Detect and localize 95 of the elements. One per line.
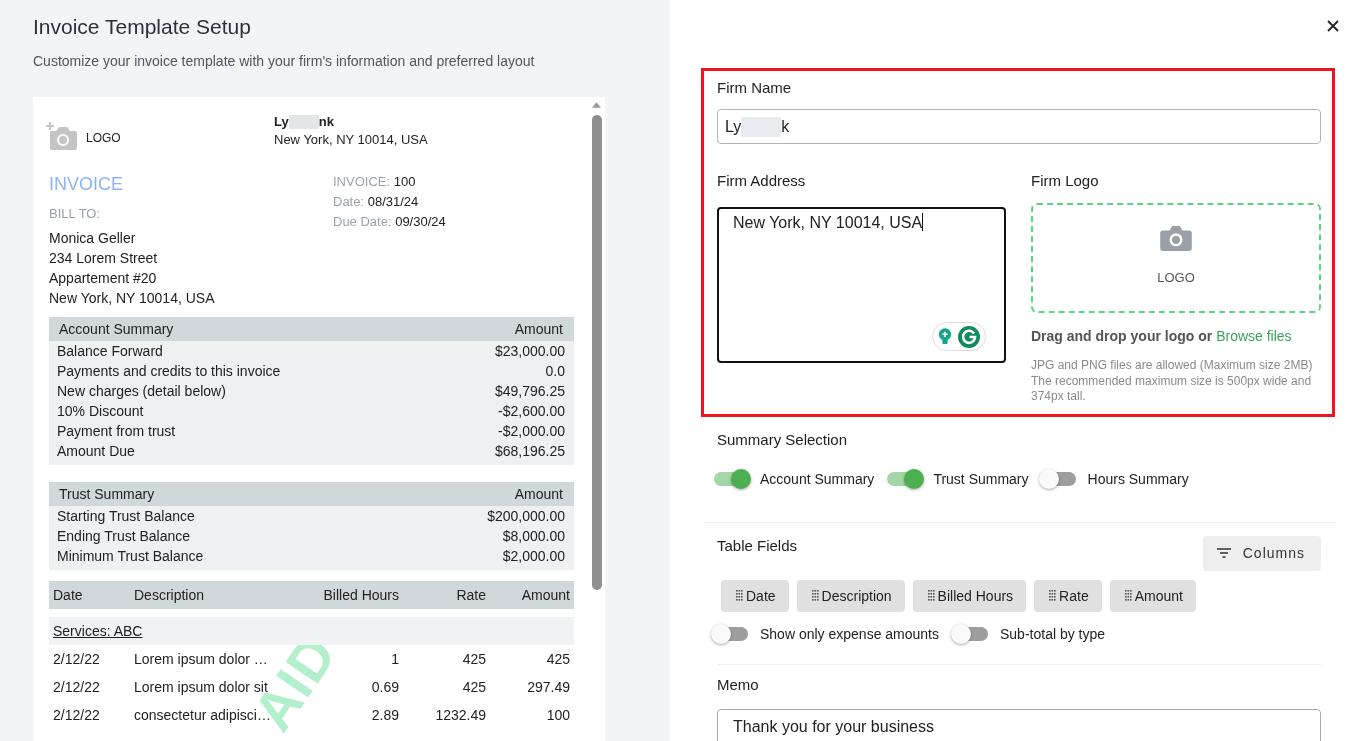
table-cell-text: 2/12/22 — [52, 651, 101, 667]
section-label: Table Fields — [717, 535, 798, 556]
table-cell-text: 425 — [461, 651, 487, 667]
column-header: Description — [133, 587, 206, 603]
group-title: Services: ABC — [53, 623, 143, 639]
firm-name-input[interactable]: Ly k — [717, 109, 1321, 144]
client-address-line: 234 Lorem Street — [49, 249, 158, 268]
table-cell: $23,000.00 — [494, 343, 565, 359]
filter-icon — [1216, 548, 1231, 558]
firm-name-fragment: Ly — [274, 113, 289, 131]
table-cell: -$2,600.00 — [498, 403, 565, 419]
column-header: Rate — [455, 587, 487, 603]
table-cell: -$2,000.00 — [498, 423, 565, 439]
toggle-label: Hours Summary — [1087, 469, 1189, 488]
section-label: Memo — [717, 674, 759, 695]
drag-handle-icon — [927, 590, 935, 601]
column-header: Amount — [520, 587, 571, 603]
logo-drop-zone[interactable]: LOGO — [1031, 203, 1321, 313]
table-cell-text: 1232.49 — [434, 707, 487, 723]
firm-address: New York, NY 10014, USA — [274, 131, 428, 149]
toggle-label: Trust Summary — [933, 469, 1029, 488]
scrollbar-thumb[interactable] — [592, 115, 602, 590]
invoice-title: INVOICE — [49, 173, 123, 196]
field-label: Firm Name — [717, 78, 793, 98]
page-title: Invoice Template Setup — [33, 14, 251, 40]
drag-handle-icon — [811, 590, 819, 601]
table-cell: Minimum Trust Balance — [57, 548, 204, 564]
table-cell: $68,196.25 — [494, 443, 565, 459]
file-requirements-text: JPG and PNG files are allowed (Maximum size 2MB) — [1031, 358, 1314, 374]
field-chip[interactable]: Billed Hours — [912, 579, 1027, 612]
columns-button[interactable]: Columns — [1202, 535, 1321, 571]
firm-name-fragment: nk — [318, 113, 334, 131]
client-address-line: Monica Geller — [49, 229, 136, 248]
field-chip[interactable]: Amount — [1109, 579, 1196, 612]
field-chip[interactable]: Rate — [1034, 579, 1102, 612]
drag-handle-icon — [1124, 590, 1132, 601]
text-cursor — [922, 213, 924, 231]
bill-to-label: BILL TO: — [49, 205, 101, 223]
table-cell-text: 2/12/22 — [52, 707, 101, 723]
table-cell-text: 297.49 — [526, 679, 571, 695]
invoice-meta-line: Date: 08/31/24 — [333, 193, 419, 211]
assistant-icon[interactable] — [958, 325, 980, 348]
table-cell: Starting Trust Balance — [57, 508, 195, 524]
table-cell-text: 425 — [545, 651, 571, 667]
table-cell-text: 0.69 — [370, 679, 400, 695]
table-cell: 10% Discount — [57, 403, 144, 419]
close-icon[interactable] — [1327, 20, 1339, 32]
invoice-meta-line: Due Date: 09/30/24 — [333, 213, 446, 231]
redacted-text — [288, 115, 319, 129]
table-cell: Amount Due — [57, 443, 135, 459]
section-label: Summary Selection — [717, 429, 848, 450]
scroll-up-arrow-icon[interactable] — [592, 102, 601, 108]
page-subtitle: Customize your invoice template with your firm's information and preferred layout — [33, 52, 535, 70]
drag-handle-icon — [1049, 590, 1057, 601]
table-cell: Balance Forward — [57, 343, 163, 359]
drag-handle-icon — [736, 590, 743, 601]
memo-input[interactable]: Thank you for your business — [717, 708, 1321, 741]
table-cell: 0.0 — [545, 363, 565, 379]
column-header: Date — [52, 587, 84, 603]
logo-placeholder-label: LOGO — [86, 130, 121, 147]
firm-address-input[interactable]: New York, NY 10014, USA — [717, 207, 1006, 363]
table-cell: $200,000.00 — [487, 508, 565, 524]
table-header-cell: Account Summary — [59, 321, 174, 337]
table-cell-text: 425 — [461, 679, 487, 695]
client-address-line: New York, NY 10014, USA — [49, 289, 215, 308]
assistant-widget[interactable] — [932, 322, 986, 351]
field-chip[interactable]: Date — [721, 579, 789, 612]
client-address-line: Appartement #20 — [49, 269, 157, 288]
drag-drop-hint: Drag and drop your logo or Browse files — [1031, 327, 1292, 345]
table-cell: New charges (detail below) — [57, 383, 226, 399]
table-cell-text: 100 — [545, 707, 571, 723]
table-header-cell: Trust Summary — [59, 486, 155, 502]
field-label: Firm Address — [717, 171, 806, 191]
toggle-label: Sub-total by type — [1000, 624, 1106, 643]
table-cell-text: 1 — [390, 651, 400, 667]
lightbulb-icon[interactable] — [938, 328, 952, 345]
file-requirements-text: The recommended maximum size is 500px wide and 374px tall. — [1031, 373, 1313, 405]
invoice-meta-line: INVOICE: 100 — [333, 173, 416, 191]
field-chip[interactable]: Description — [796, 579, 905, 612]
table-cell: Ending Trust Balance — [57, 528, 191, 544]
toggle-label: Account Summary — [760, 469, 875, 488]
camera-icon — [1160, 225, 1192, 251]
table-header-cell: Amount — [514, 321, 563, 337]
table-cell: $8,000.00 — [502, 528, 565, 544]
table-cell: $49,796.25 — [494, 383, 565, 399]
table-cell-text: 2.89 — [370, 707, 400, 723]
table-cell-text: 2/12/22 — [52, 679, 101, 695]
table-cell: Payment from trust — [57, 423, 176, 439]
table-cell: $2,000.00 — [502, 548, 565, 564]
column-header: Billed Hours — [322, 587, 400, 603]
table-cell: Payments and credits to this invoice — [57, 363, 281, 379]
drop-zone-label: LOGO — [1157, 269, 1195, 287]
field-label: Firm Logo — [1031, 171, 1099, 191]
table-header-cell: Amount — [514, 486, 563, 502]
toggle-label: Show only expense amounts — [760, 624, 939, 643]
